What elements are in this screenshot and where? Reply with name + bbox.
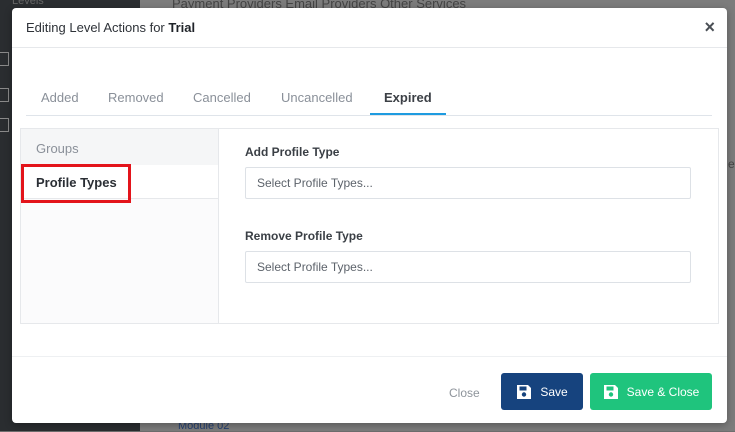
add-profile-type-select[interactable]: Select Profile Types... <box>245 167 691 199</box>
side-nav-profile-types[interactable]: Profile Types <box>21 165 218 199</box>
tab-uncancelled[interactable]: Uncancelled <box>281 90 353 105</box>
active-tab-indicator <box>370 113 446 115</box>
actions-panel: Groups Profile Types Add Profile Type Se… <box>20 128 719 324</box>
remove-profile-type-select[interactable]: Select Profile Types... <box>245 251 691 283</box>
background-tabs-text: Payment Providers Email Providers Other … <box>172 0 467 8</box>
modal-title: Editing Level Actions for Trial <box>26 20 195 35</box>
background-sidebar-title: Levels <box>12 0 44 7</box>
add-profile-type-label: Add Profile Type <box>245 145 340 159</box>
save-and-close-button-label: Save & Close <box>626 384 700 399</box>
close-icon[interactable]: × <box>704 18 715 36</box>
modal-title-level: Trial <box>168 20 196 35</box>
close-button[interactable]: Close <box>449 386 480 400</box>
background-edge-text: e <box>728 157 735 171</box>
background-sidebar-icon <box>0 118 9 132</box>
floppy-disk-icon <box>517 384 532 399</box>
remove-profile-type-label: Remove Profile Type <box>245 229 363 243</box>
modal-title-prefix: Editing Level Actions for <box>26 20 169 35</box>
level-actions-modal: Editing Level Actions for Trial × Added … <box>12 8 727 423</box>
save-and-close-button[interactable]: Save & Close <box>590 373 712 410</box>
modal-header: Editing Level Actions for Trial × <box>12 8 727 48</box>
side-nav: Groups Profile Types <box>21 129 219 323</box>
save-button-label: Save <box>540 384 568 399</box>
tab-cancelled[interactable]: Cancelled <box>193 90 251 105</box>
action-tabs: Added Removed Cancelled Uncancelled Expi… <box>26 84 712 116</box>
tab-expired[interactable]: Expired <box>384 90 432 105</box>
background-sidebar-icon <box>0 88 9 102</box>
modal-footer: Close Save Save & Close <box>12 356 727 424</box>
floppy-disk-icon <box>603 384 618 399</box>
tab-removed[interactable]: Removed <box>108 90 164 105</box>
background-sidebar-icon <box>0 52 9 66</box>
save-button[interactable]: Save <box>501 373 583 410</box>
side-nav-groups[interactable]: Groups <box>21 129 218 165</box>
tab-added[interactable]: Added <box>41 90 79 105</box>
